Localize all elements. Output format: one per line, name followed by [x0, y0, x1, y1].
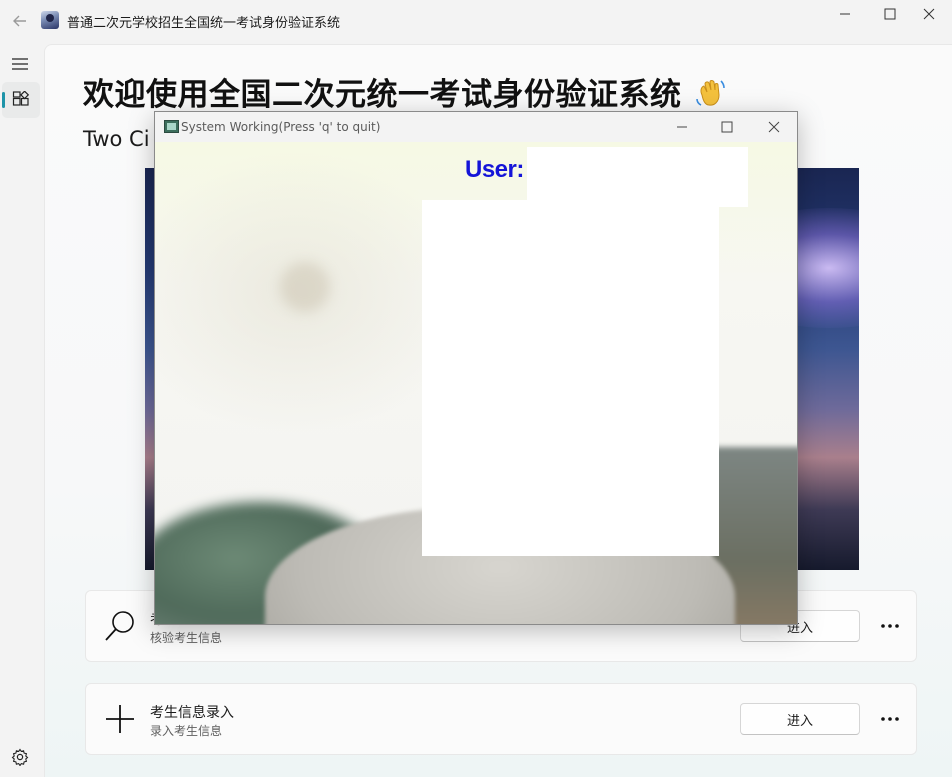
maximize-icon [884, 8, 896, 20]
face-redaction [422, 200, 719, 556]
back-button[interactable] [9, 10, 31, 32]
more-options-button[interactable] [872, 706, 908, 732]
background-blur [280, 262, 330, 312]
camera-close-button[interactable] [751, 114, 797, 140]
apps-icon [12, 91, 30, 106]
navigation-rail [0, 44, 44, 777]
camera-window: System Working(Press 'q' to quit) User: [154, 111, 798, 625]
nav-item-home[interactable] [2, 82, 40, 118]
username-redaction [527, 147, 748, 207]
page-title: 欢迎使用全国二次元统一考试身份验证系统 [83, 69, 727, 114]
close-icon [923, 8, 935, 20]
card-description: 核验考生信息 [150, 631, 223, 645]
camera-window-titlebar: System Working(Press 'q' to quit) [155, 112, 797, 142]
maximize-icon [721, 121, 733, 133]
user-label: User: [465, 156, 524, 183]
minimize-button[interactable] [822, 0, 868, 28]
app-logo-icon [41, 11, 59, 29]
card-description: 录入考生信息 [150, 724, 223, 738]
enter-button[interactable]: 进入 [740, 703, 860, 735]
camera-app-icon [164, 120, 179, 133]
minimize-icon [840, 13, 850, 15]
card-title: 考生信息录入 [150, 705, 234, 721]
gear-icon [11, 748, 29, 766]
selection-indicator [2, 92, 5, 108]
more-horizontal-icon [881, 717, 899, 721]
camera-minimize-button[interactable] [659, 114, 705, 140]
waving-hand-icon [695, 80, 725, 106]
camera-window-title: System Working(Press 'q' to quit) [181, 120, 381, 134]
menu-toggle-button[interactable] [4, 48, 36, 80]
arrow-left-icon [13, 15, 26, 27]
card-register: 考生信息录入 录入考生信息 进入 [85, 683, 917, 755]
hamburger-icon [12, 58, 28, 70]
add-icon [103, 702, 137, 736]
title-bar: 普通二次元学校招生全国统一考试身份验证系统 [0, 0, 952, 44]
window-title: 普通二次元学校招生全国统一考试身份验证系统 [67, 16, 341, 31]
more-options-button[interactable] [872, 613, 908, 639]
search-icon [103, 609, 137, 643]
minimize-icon [677, 126, 687, 128]
camera-feed: User: [155, 142, 797, 624]
nav-item-settings[interactable] [4, 741, 36, 773]
close-button[interactable] [906, 0, 952, 28]
close-icon [768, 121, 780, 133]
more-horizontal-icon [881, 624, 899, 628]
page-subtitle: Two Ci [83, 127, 150, 151]
camera-maximize-button[interactable] [704, 114, 750, 140]
page-title-text: 欢迎使用全国二次元统一考试身份验证系统 [83, 77, 682, 113]
